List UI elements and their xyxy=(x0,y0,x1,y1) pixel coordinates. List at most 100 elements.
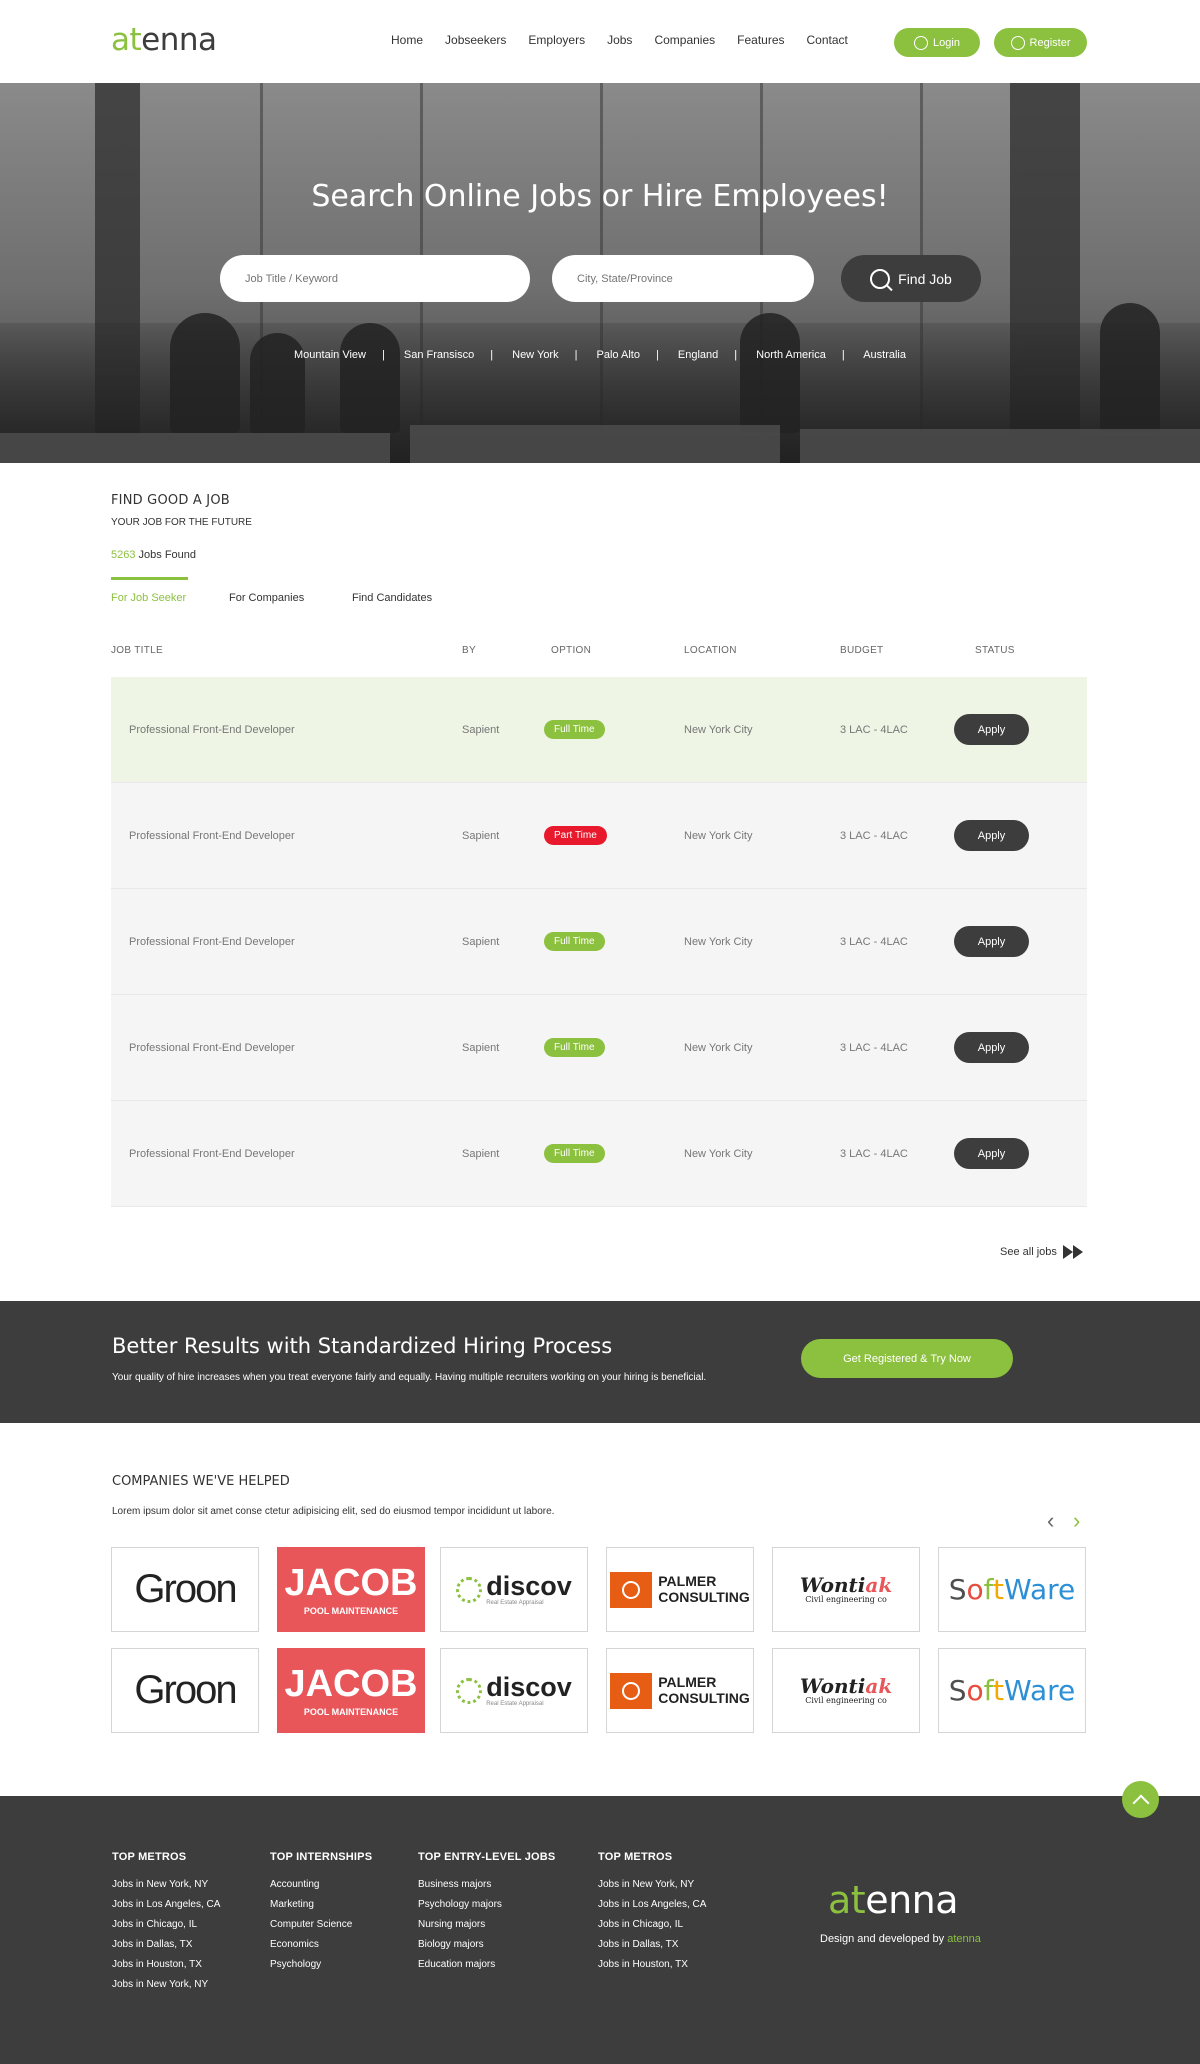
table-row[interactable]: Professional Front-End Developer Sapient… xyxy=(111,677,1087,783)
column-header: BUDGET xyxy=(840,645,884,656)
see-all-label: See all jobs xyxy=(1000,1246,1057,1258)
footer-link[interactable]: Nursing majors xyxy=(418,1919,555,1930)
footer-link[interactable]: Jobs in New York, NY xyxy=(598,1879,706,1890)
nav-jobs[interactable]: Jobs xyxy=(607,33,632,47)
footer-link[interactable]: Jobs in Los Angeles, CA xyxy=(112,1899,220,1910)
city-separator: | xyxy=(734,349,738,361)
city-link[interactable]: Palo Alto xyxy=(597,349,640,361)
city-link[interactable]: North America xyxy=(756,349,826,361)
footer-link[interactable]: Jobs in New York, NY xyxy=(112,1979,220,1990)
nav-home[interactable]: Home xyxy=(391,33,423,47)
tab-find-candidates[interactable]: Find Candidates xyxy=(352,592,432,604)
apply-button[interactable]: Apply xyxy=(954,926,1029,957)
job-location: New York City xyxy=(684,724,753,736)
footer-link[interactable]: Jobs in Los Angeles, CA xyxy=(598,1899,706,1910)
job-budget: 3 LAC - 4LAC xyxy=(840,1148,908,1160)
footer-link[interactable]: Jobs in Chicago, IL xyxy=(112,1919,220,1930)
company-logo-software[interactable]: SoftWare xyxy=(938,1648,1086,1733)
footer-link[interactable]: Jobs in Dallas, TX xyxy=(598,1939,706,1950)
city-input[interactable] xyxy=(552,255,814,302)
register-button[interactable]: Register xyxy=(994,28,1087,57)
chevron-right-icon[interactable]: › xyxy=(1073,1508,1080,1534)
company-logo-software[interactable]: SoftWare xyxy=(938,1547,1086,1632)
nav-features[interactable]: Features xyxy=(737,33,784,47)
fast-forward-icon xyxy=(1062,1245,1083,1259)
company-logo-palmer[interactable]: PALMER CONSULTING xyxy=(606,1648,754,1733)
job-company: Sapient xyxy=(462,724,500,736)
nav-contact[interactable]: Contact xyxy=(807,33,848,47)
column-header: BY xyxy=(462,645,476,656)
company-logo-palmer[interactable]: PALMER CONSULTING xyxy=(606,1547,754,1632)
company-logo-discov[interactable]: discov Real Estate Appraisal xyxy=(440,1648,588,1733)
city-link[interactable]: Australia xyxy=(863,349,906,361)
get-registered-button[interactable]: Get Registered & Try Now xyxy=(801,1339,1013,1378)
footer-logo[interactable]: atenna xyxy=(828,1878,959,1922)
footer-link[interactable]: Marketing xyxy=(270,1899,372,1910)
footer-link[interactable]: Jobs in Chicago, IL xyxy=(598,1919,706,1930)
footer-link[interactable]: Jobs in Houston, TX xyxy=(598,1959,706,1970)
table-row[interactable]: Professional Front-End Developer Sapient… xyxy=(111,889,1087,995)
jobs-section-title: FIND GOOD A JOB xyxy=(111,493,230,508)
company-logo-jacob[interactable]: JACOB POOL MAINTENANCE xyxy=(277,1547,425,1632)
nav-employers[interactable]: Employers xyxy=(528,33,585,47)
chevron-left-icon[interactable]: ‹ xyxy=(1047,1508,1054,1534)
nav-jobseekers[interactable]: Jobseekers xyxy=(445,33,506,47)
banner-title: Better Results with Standardized Hiring … xyxy=(112,1334,613,1358)
apply-button[interactable]: Apply xyxy=(954,1032,1029,1063)
footer-link[interactable]: Business majors xyxy=(418,1879,555,1890)
job-option-badge: Full Time xyxy=(544,1038,605,1057)
jobs-found-count: 5263 Jobs Found xyxy=(111,549,197,561)
column-header: JOB TITLE xyxy=(111,645,163,656)
footer-link[interactable]: Jobs in New York, NY xyxy=(112,1879,220,1890)
city-link[interactable]: New York xyxy=(512,349,558,361)
table-row[interactable]: Professional Front-End Developer Sapient… xyxy=(111,783,1087,889)
job-location: New York City xyxy=(684,936,753,948)
table-row[interactable]: Professional Front-End Developer Sapient… xyxy=(111,1101,1087,1207)
job-budget: 3 LAC - 4LAC xyxy=(840,830,908,842)
company-logo-wontiak[interactable]: Wontiak Civil engineering co xyxy=(772,1648,920,1733)
login-button[interactable]: Login xyxy=(894,28,980,57)
city-link[interactable]: Mountain View xyxy=(294,349,366,361)
company-logo-groon[interactable]: Groon xyxy=(111,1547,259,1632)
company-logo-wontiak[interactable]: Wontiak Civil engineering co xyxy=(772,1547,920,1632)
logo[interactable]: atenna xyxy=(111,22,217,58)
apply-button[interactable]: Apply xyxy=(954,820,1029,851)
footer-link[interactable]: Psychology xyxy=(270,1959,372,1970)
city-separator: | xyxy=(490,349,494,361)
job-title[interactable]: Professional Front-End Developer xyxy=(129,1042,295,1054)
footer-link[interactable]: Jobs in Houston, TX xyxy=(112,1959,220,1970)
footer-column-title: TOP INTERNSHIPS xyxy=(270,1851,373,1863)
tab-for-job-seeker[interactable]: For Job Seeker xyxy=(111,592,186,604)
hero-bg-person xyxy=(740,313,800,433)
job-location: New York City xyxy=(684,1148,753,1160)
footer-link[interactable]: Education majors xyxy=(418,1959,555,1970)
city-link[interactable]: San Fransisco xyxy=(404,349,474,361)
keyword-input[interactable] xyxy=(220,255,530,302)
job-title[interactable]: Professional Front-End Developer xyxy=(129,724,295,736)
company-logo-groon[interactable]: Groon xyxy=(111,1648,259,1733)
footer-link[interactable]: Biology majors xyxy=(418,1939,555,1950)
apply-button[interactable]: Apply xyxy=(954,714,1029,745)
city-separator: | xyxy=(841,349,845,361)
footer-link[interactable]: Computer Science xyxy=(270,1919,372,1930)
company-logo-jacob[interactable]: JACOB POOL MAINTENANCE xyxy=(277,1648,425,1733)
user-add-icon xyxy=(1010,35,1025,50)
company-logo-discov[interactable]: discov Real Estate Appraisal xyxy=(440,1547,588,1632)
page: atenna Home Jobseekers Employers Jobs Co… xyxy=(0,0,1200,2064)
job-title[interactable]: Professional Front-End Developer xyxy=(129,830,295,842)
back-to-top-button[interactable] xyxy=(1122,1781,1159,1818)
see-all-jobs-link[interactable]: See all jobs xyxy=(1000,1245,1083,1259)
table-row[interactable]: Professional Front-End Developer Sapient… xyxy=(111,995,1087,1101)
city-link[interactable]: England xyxy=(678,349,718,361)
apply-button[interactable]: Apply xyxy=(954,1138,1029,1169)
footer-link[interactable]: Economics xyxy=(270,1939,372,1950)
job-budget: 3 LAC - 4LAC xyxy=(840,724,908,736)
nav-companies[interactable]: Companies xyxy=(654,33,715,47)
job-title[interactable]: Professional Front-End Developer xyxy=(129,936,295,948)
tab-for-companies[interactable]: For Companies xyxy=(229,592,304,604)
footer-link[interactable]: Psychology majors xyxy=(418,1899,555,1910)
footer-link[interactable]: Accounting xyxy=(270,1879,372,1890)
job-title[interactable]: Professional Front-End Developer xyxy=(129,1148,295,1160)
footer-link[interactable]: Jobs in Dallas, TX xyxy=(112,1939,220,1950)
find-job-button[interactable]: Find Job xyxy=(841,255,981,302)
